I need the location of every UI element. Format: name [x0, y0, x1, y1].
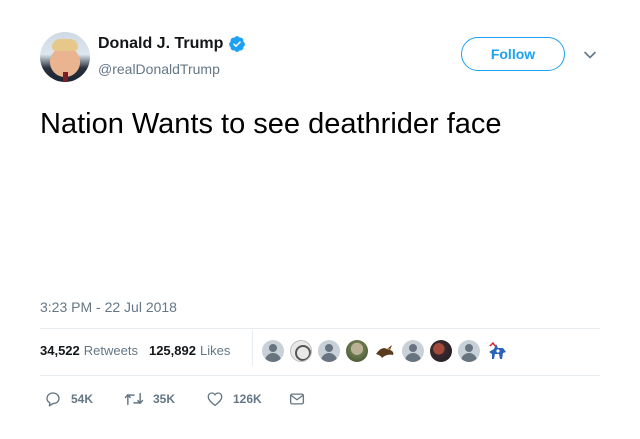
retweet-icon: [124, 392, 144, 406]
tweet-text: Nation Wants to see deathrider face: [40, 108, 502, 140]
tweet-stats: 34,522 Retweets 125,892 Likes: [40, 343, 241, 358]
direct-message-action[interactable]: [288, 390, 306, 408]
verified-badge-icon: [229, 36, 246, 52]
likes-label: Likes: [199, 343, 231, 358]
like-action[interactable]: 126K: [206, 390, 288, 408]
retweets-label: Retweets: [83, 343, 138, 358]
retweet-action[interactable]: 35K: [124, 390, 206, 408]
display-name[interactable]: Donald J. Trump: [98, 35, 223, 53]
tweet-actions: 54K 35K 126K: [44, 390, 306, 408]
like-count: 126K: [233, 392, 262, 406]
envelope-icon: [289, 393, 305, 405]
liker-avatar[interactable]: [318, 340, 340, 362]
donkey-icon: [489, 341, 506, 359]
handle[interactable]: @realDonaldTrump: [98, 61, 220, 77]
stats-separator: [252, 330, 253, 366]
liker-avatar[interactable]: [430, 340, 452, 362]
divider-top: [40, 328, 600, 329]
retweet-count: 35K: [153, 392, 176, 406]
liker-avatar[interactable]: [290, 340, 312, 362]
heart-icon: [207, 392, 223, 407]
likes-stat[interactable]: 125,892 Likes: [149, 343, 230, 358]
follow-button[interactable]: Follow: [461, 37, 565, 71]
liker-avatar[interactable]: [374, 340, 396, 362]
liker-avatar[interactable]: [262, 340, 284, 362]
tweet-timestamp[interactable]: 3:23 PM - 22 Jul 2018: [40, 299, 177, 315]
likes-count: 125,892: [148, 343, 196, 358]
liker-avatar[interactable]: [486, 340, 508, 362]
reply-icon: [46, 392, 60, 407]
reply-count: 54K: [71, 392, 94, 406]
reply-action[interactable]: 54K: [44, 390, 124, 408]
author-name-row: Donald J. Trump: [98, 33, 246, 55]
avatar-hair: [52, 39, 78, 51]
liker-avatar[interactable]: [346, 340, 368, 362]
chevron-down-icon[interactable]: [583, 48, 597, 62]
retweets-stat[interactable]: 34,522 Retweets: [40, 343, 138, 358]
divider-bottom: [40, 375, 600, 376]
retweets-count: 34,522: [40, 343, 80, 358]
liker-avatar[interactable]: [458, 340, 480, 362]
liker-avatar[interactable]: [402, 340, 424, 362]
eagle-icon: [376, 345, 394, 358]
avatar[interactable]: [40, 32, 90, 82]
liker-facepile: [262, 340, 514, 362]
avatar-tie: [63, 72, 68, 82]
